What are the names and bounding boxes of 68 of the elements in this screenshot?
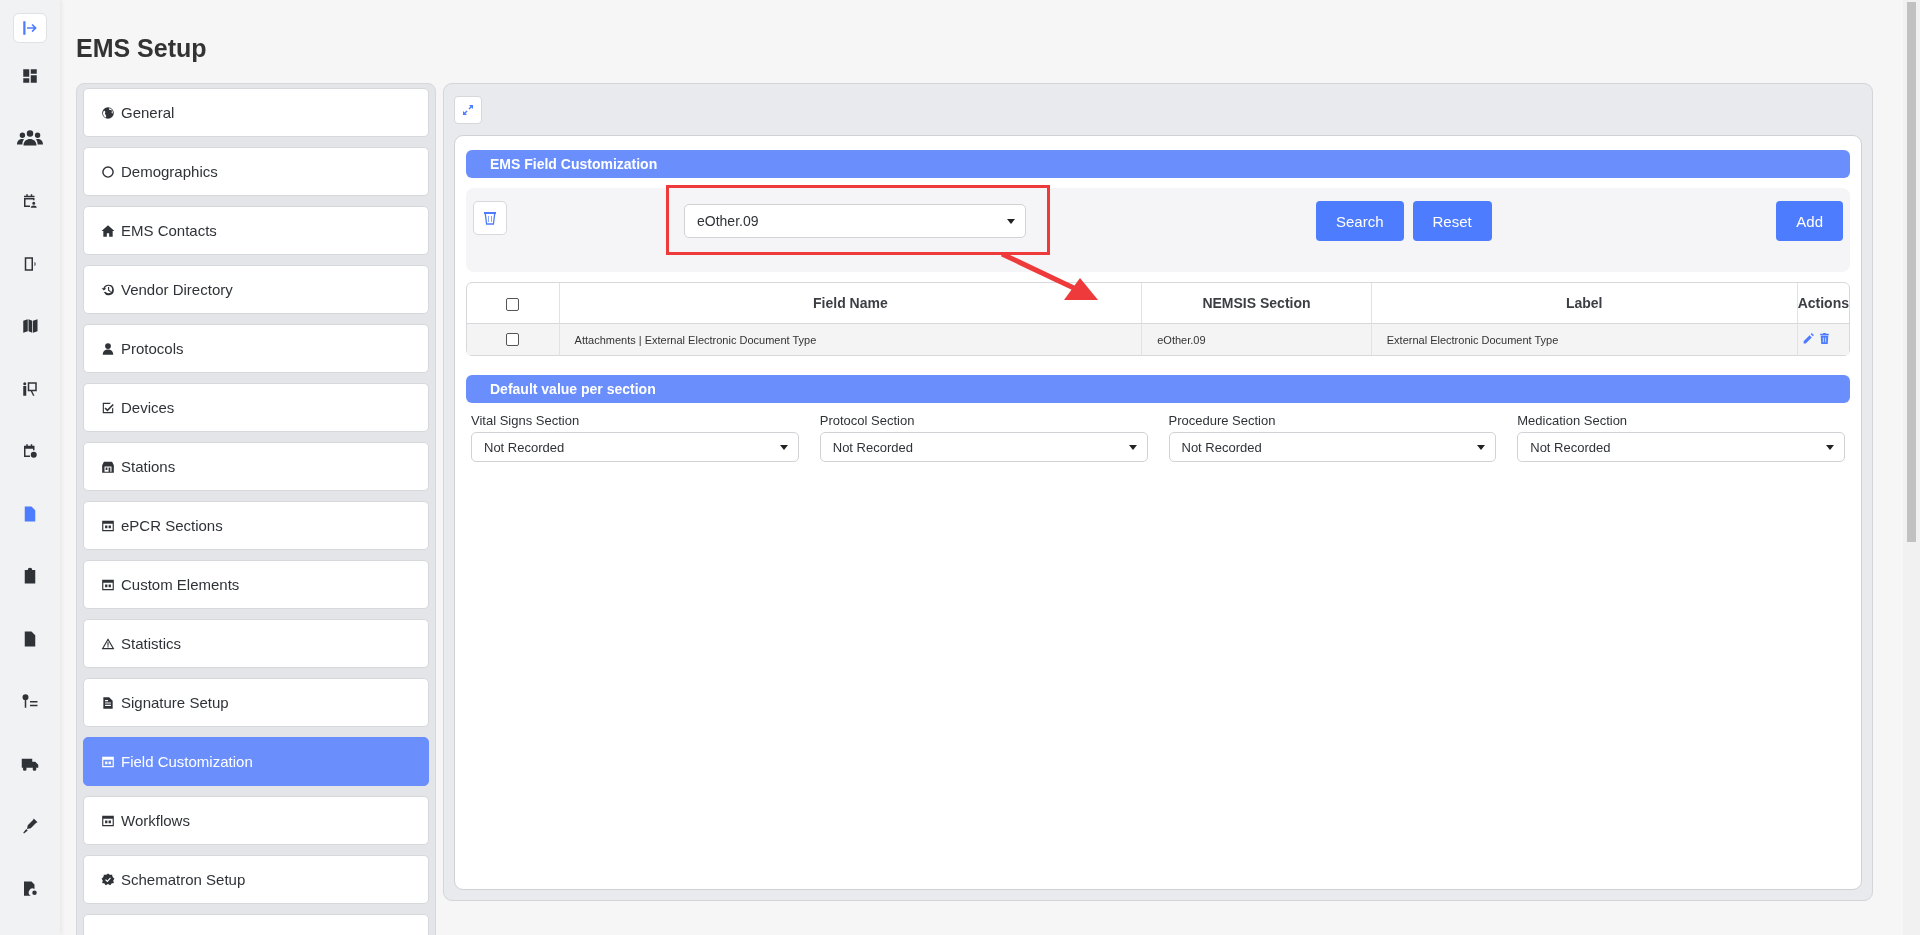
default-value-select[interactable]: Not Recorded [819, 432, 1148, 462]
scrollbar[interactable] [1903, 0, 1920, 935]
trash-icon[interactable] [1817, 332, 1831, 345]
section-header: EMS Field Customization [466, 150, 1850, 178]
table-cell: External Electronic Document Type [1370, 324, 1797, 355]
syringe-icon [21, 817, 39, 835]
menu-item[interactable]: Custom Elements [83, 560, 429, 609]
window-icon [101, 754, 115, 769]
menu-item[interactable]: Stations [83, 442, 429, 491]
caret-icon [1007, 219, 1015, 224]
checkbox-icon [101, 400, 115, 415]
menu-item[interactable]: Signature Setup [83, 678, 429, 727]
caret-icon [779, 445, 788, 450]
map-icon [21, 317, 39, 335]
calendar-person-icon [21, 192, 39, 210]
menu-item[interactable]: General [83, 88, 429, 137]
store-icon [101, 459, 115, 474]
field-label: Vital Signs Section [471, 413, 581, 428]
collapse-sidebar-button[interactable] [13, 13, 47, 43]
caret-icon [1826, 445, 1834, 450]
history-icon [101, 282, 115, 297]
page-title: EMS Setup [76, 34, 208, 63]
field-label: Protocol Section [819, 413, 916, 428]
window-icon [101, 813, 115, 828]
scrollbar-thumb[interactable] [1907, 2, 1916, 542]
field-label: Procedure Section [1168, 413, 1277, 428]
default-value-select[interactable]: Not Recorded [1168, 432, 1497, 462]
expand-arrows-icon [462, 104, 474, 116]
window-icon [101, 577, 115, 592]
dashboard-icon [21, 67, 39, 85]
action-button[interactable]: Search [1316, 201, 1404, 241]
menu-item[interactable]: Schematron Setup [83, 855, 429, 904]
pencil-icon[interactable] [1801, 332, 1815, 345]
delete-button[interactable] [473, 201, 507, 235]
document-icon [101, 695, 115, 710]
presenter-icon [21, 379, 39, 398]
globe-icon [101, 105, 115, 120]
trash-bin-icon [482, 210, 498, 226]
key-list-icon [21, 692, 39, 710]
menu-item[interactable]: Vendor Directory [83, 265, 429, 314]
table-cell: eOther.09 [1141, 324, 1371, 355]
table-cell: Attachments | External Electronic Document Type [558, 324, 1142, 355]
select-all-checkbox[interactable] [506, 297, 520, 311]
action-button[interactable]: Reset [1412, 201, 1492, 241]
row-checkbox[interactable] [506, 333, 520, 347]
action-button[interactable]: Add [1776, 201, 1843, 241]
caret-icon [1477, 445, 1486, 450]
person-icon [101, 341, 115, 356]
section-header: Default value per section [466, 375, 1850, 403]
window-icon [101, 518, 115, 533]
field-select[interactable]: eOther.09 [684, 204, 1026, 238]
menu-item[interactable]: Workflows [83, 796, 429, 845]
warning-icon [101, 636, 115, 651]
menu-item[interactable]: Devices [83, 383, 429, 432]
home-icon [101, 223, 115, 238]
menu-item[interactable]: ePCR Sections [83, 501, 429, 550]
badge-check-icon [101, 872, 115, 887]
expand-button[interactable] [454, 96, 482, 124]
field-label: Medication Section [1517, 413, 1629, 428]
menu-item[interactable]: Protocols [83, 324, 429, 373]
caret-icon [1128, 445, 1137, 450]
default-value-select[interactable]: Not Recorded [471, 432, 799, 462]
menu-item[interactable]: EMS Contacts [83, 206, 429, 255]
calendar-icon [21, 442, 39, 460]
menu-item[interactable]: Statistics [83, 619, 429, 668]
arrow-right-bar-icon [21, 19, 39, 37]
menu-item[interactable]: Demographics [83, 147, 429, 196]
default-value-select[interactable]: Not Recorded [1517, 432, 1845, 462]
